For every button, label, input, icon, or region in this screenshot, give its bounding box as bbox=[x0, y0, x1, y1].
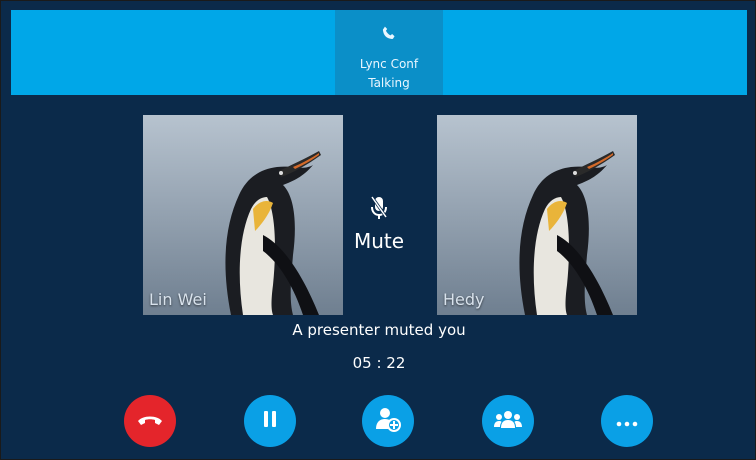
tab-title: Lync Conf bbox=[359, 57, 419, 71]
mute-label: Mute bbox=[353, 229, 405, 253]
call-area: Lin Wei Mute Hedy A presenter muted you … bbox=[11, 95, 747, 459]
microphone-muted-icon bbox=[311, 195, 447, 225]
group-icon bbox=[493, 409, 523, 433]
tab-status: Talking bbox=[368, 76, 410, 90]
phone-icon bbox=[335, 22, 443, 44]
hold-button[interactable] bbox=[244, 395, 296, 447]
more-icon bbox=[616, 412, 638, 431]
mute-notice: A presenter muted you bbox=[292, 321, 466, 339]
hang-up-icon bbox=[137, 412, 163, 431]
participant-name: Hedy bbox=[443, 290, 485, 309]
tab-lync-conf[interactable]: Lync Conf Talking bbox=[335, 10, 443, 95]
add-person-icon bbox=[374, 405, 402, 437]
participant-name: Lin Wei bbox=[149, 290, 207, 309]
end-call-button[interactable] bbox=[124, 395, 176, 447]
participant-tile: Hedy bbox=[437, 115, 637, 315]
more-button[interactable] bbox=[601, 395, 653, 447]
penguin-avatar-icon bbox=[437, 115, 637, 315]
mute-status: Mute bbox=[311, 195, 447, 253]
add-participant-button[interactable] bbox=[362, 395, 414, 447]
pause-icon bbox=[263, 410, 277, 432]
participants-button[interactable] bbox=[482, 395, 534, 447]
phone-screen: Lync Conf Talking Lin Wei Mute Hedy A pr… bbox=[0, 0, 756, 460]
call-duration: 05 : 22 bbox=[352, 354, 406, 372]
